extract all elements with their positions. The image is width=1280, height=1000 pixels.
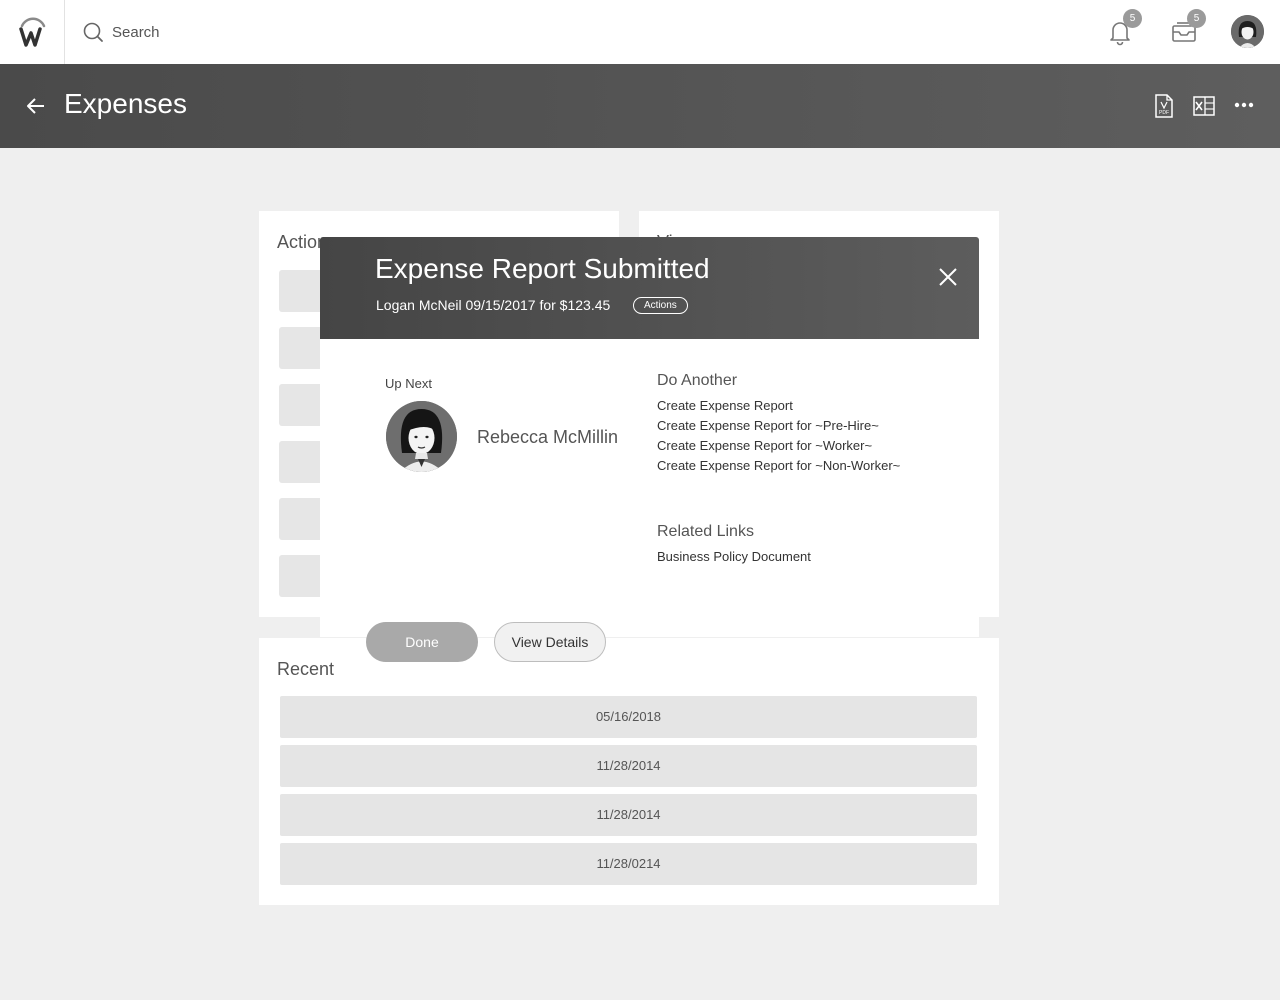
related-link[interactable]: Business Policy Document xyxy=(657,549,811,564)
search-icon xyxy=(83,22,103,42)
top-bar: 5 5 xyxy=(0,0,1280,64)
excel-export-icon[interactable] xyxy=(1193,94,1215,118)
notifications-badge: 5 xyxy=(1123,9,1142,28)
recent-card: Recent 05/16/2018 11/28/2014 11/28/2014 … xyxy=(259,638,999,905)
search-input[interactable] xyxy=(104,18,604,46)
home-logo[interactable] xyxy=(0,0,65,64)
do-another-link[interactable]: Create Expense Report for ~Worker~ xyxy=(657,438,872,453)
profile-avatar-icon xyxy=(1231,15,1264,48)
avatar[interactable] xyxy=(1231,15,1264,48)
modal-header: Expense Report Submitted Logan McNeil 09… xyxy=(320,237,979,339)
recent-row[interactable]: 11/28/2014 xyxy=(280,794,977,836)
done-button[interactable]: Done xyxy=(366,622,478,662)
page-header: Expenses PDF xyxy=(0,64,1280,148)
more-options-icon[interactable] xyxy=(1234,102,1254,108)
up-next-name[interactable]: Rebecca McMillin xyxy=(477,427,618,448)
view-details-button[interactable]: View Details xyxy=(494,622,606,662)
recent-row[interactable]: 11/28/0214 xyxy=(280,843,977,885)
modal-subtitle: Logan McNeil 09/15/2017 for $123.45 xyxy=(376,297,611,313)
avatar xyxy=(386,401,457,472)
do-another-link[interactable]: Create Expense Report for ~Non-Worker~ xyxy=(657,458,900,473)
up-next-label: Up Next xyxy=(385,376,432,391)
page-title: Expenses xyxy=(64,88,187,119)
related-links-title: Related Links xyxy=(657,523,754,540)
recent-row[interactable]: 11/28/2014 xyxy=(280,745,977,787)
inbox-button[interactable]: 5 xyxy=(1166,9,1206,50)
modal-body: Up Next Rebecca McMillin Do Another Crea… xyxy=(320,339,979,637)
do-another-link[interactable]: Create Expense Report for ~Pre-Hire~ xyxy=(657,418,879,433)
user-portrait-icon xyxy=(386,401,457,472)
notifications-button[interactable]: 5 xyxy=(1102,9,1142,50)
do-another-link[interactable]: Create Expense Report xyxy=(657,398,793,413)
recent-card-title: Recent xyxy=(277,659,335,679)
close-icon[interactable] xyxy=(936,265,960,289)
back-arrow-icon[interactable] xyxy=(24,94,48,118)
actions-button[interactable]: Actions xyxy=(633,297,688,314)
modal-title: Expense Report Submitted xyxy=(375,253,710,284)
svg-text:PDF: PDF xyxy=(1159,110,1169,116)
do-another-title: Do Another xyxy=(657,372,738,389)
recent-row[interactable]: 05/16/2018 xyxy=(280,696,977,738)
workday-logo-icon xyxy=(19,17,46,47)
inbox-badge: 5 xyxy=(1187,9,1206,28)
pdf-export-icon[interactable]: PDF xyxy=(1154,94,1174,118)
